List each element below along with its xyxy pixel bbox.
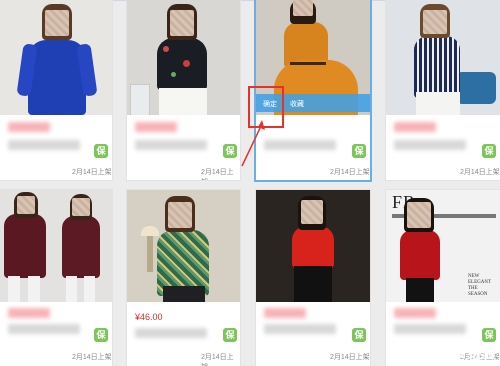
product-price: ¥46.00: [135, 312, 163, 322]
annotation-arrow: [241, 120, 265, 167]
guarantee-badge: 保: [223, 144, 237, 158]
product-card-8[interactable]: FR NEW ELEGANT THE SEASON 保 2月14日上架 Bai …: [386, 190, 500, 366]
guarantee-badge: 保: [94, 144, 108, 158]
watermark-url: jingyan.baidu.com: [453, 360, 494, 366]
product-card-5[interactable]: 保 2月14日上架: [0, 190, 112, 366]
product-card-4[interactable]: 保 2月14日上架: [386, 0, 500, 180]
listing-date: 2月14日上架: [201, 169, 234, 180]
product-card-6[interactable]: ¥46.00 保 2月14日上架: [127, 190, 240, 366]
guarantee-badge: 保: [94, 328, 108, 342]
product-photo[interactable]: [386, 0, 500, 115]
guarantee-badge: 保: [482, 328, 496, 342]
guarantee-badge: 保: [223, 328, 237, 342]
listing-date: 2月14日上架: [460, 169, 500, 176]
listing-date: 2月14日上架: [201, 354, 234, 366]
guarantee-badge: 保: [482, 144, 496, 158]
guarantee-badge: 保: [352, 144, 366, 158]
guarantee-badge: 保: [352, 328, 366, 342]
listing-date: 2月14日上架: [72, 354, 112, 361]
product-photo[interactable]: [0, 190, 112, 302]
listing-date: 2月14日上架: [72, 169, 112, 176]
listing-date: 2月14日上架: [330, 354, 370, 361]
product-photo[interactable]: [127, 190, 240, 302]
product-card-1[interactable]: 保 2月14日上架: [0, 0, 112, 180]
favorite-button[interactable]: 收藏: [290, 99, 304, 109]
product-card-2[interactable]: 保 2月14日上架: [127, 0, 240, 180]
poster-caption: NEW ELEGANT THE SEASON: [468, 274, 491, 297]
listing-date: 2月14日上架: [330, 169, 370, 176]
product-photo[interactable]: FR NEW ELEGANT THE SEASON: [386, 190, 500, 302]
product-grid: 保 2月14日上架 保 2月14日上架 确定 收藏: [0, 0, 500, 366]
product-photo[interactable]: [256, 190, 370, 302]
product-photo[interactable]: [127, 0, 240, 115]
product-card-7[interactable]: 保 2月14日上架: [256, 190, 370, 366]
product-photo[interactable]: [0, 0, 112, 115]
